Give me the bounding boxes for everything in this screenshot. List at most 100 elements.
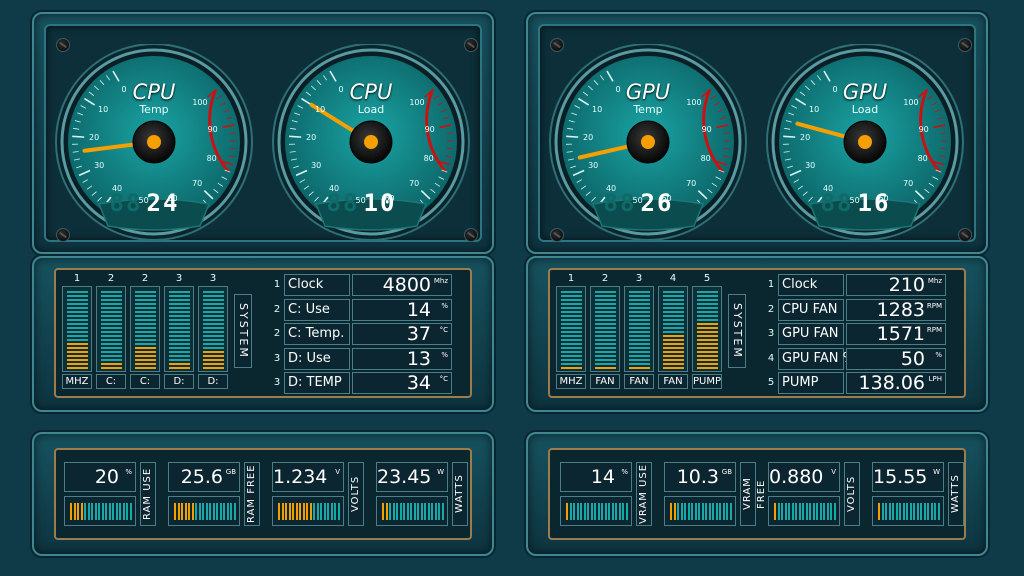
- bar-column-number: 4: [669, 273, 677, 284]
- metric-unit: V: [831, 468, 836, 476]
- metric-label: RAM USE: [140, 462, 156, 526]
- row-value: 1571: [876, 323, 925, 345]
- bar-column-label: D:: [198, 374, 228, 389]
- row-value: 4800: [382, 274, 431, 296]
- gpu-system-content: 1 MHZ 2 FAN 3 FAN 4 FAN 5 PUMP SYSTEM 1 Clock 210 Mhz 2…: [556, 272, 956, 402]
- row-label: C: Temp.: [284, 323, 350, 345]
- metric-label: VOLTS: [844, 462, 860, 526]
- metric-value: 15.55: [873, 466, 928, 488]
- row-unit: LPH: [928, 375, 942, 383]
- gauge-tick-label: 70: [192, 178, 203, 188]
- bar-column-label: PUMP: [692, 374, 722, 389]
- bar-column-label: C:: [96, 374, 126, 389]
- system-readout-row: 3 D: Use 13%: [272, 347, 462, 370]
- metric-value-box: 15.55 W: [872, 462, 944, 492]
- row-index: 4: [767, 352, 775, 364]
- row-index: 2: [273, 303, 281, 315]
- gpu-memory-content: 14% VRAM USE 10.3 GB VRAM FREE 0.880 V VOLTS 15.…: [560, 460, 970, 530]
- row-value-box: 4800 Mhz: [352, 274, 452, 296]
- gauge-lcd-value: 24: [146, 189, 180, 217]
- metric-label: VRAM USE: [636, 462, 652, 526]
- row-value-box: 1283 RPM: [846, 298, 946, 321]
- row-value: 138.06: [858, 372, 925, 394]
- row-index: 1: [767, 279, 775, 290]
- row-value: 50: [900, 347, 925, 370]
- metric-label: VRAM FREE: [740, 462, 767, 526]
- gauge-tick-label: 80: [917, 153, 928, 163]
- row-label: Clock: [284, 274, 350, 296]
- row-value: 1283: [876, 298, 925, 321]
- bar-meter: [130, 286, 160, 372]
- gauge-title: CPU: [349, 80, 393, 104]
- metric-unit: %: [621, 468, 628, 476]
- row-unit: %: [441, 301, 448, 310]
- metric-bar: [768, 496, 840, 526]
- system-readout-row: 3 D: TEMP 34 °C: [272, 372, 462, 394]
- metric-value-box: 23.45 W: [376, 462, 448, 492]
- bar-meter: [590, 286, 620, 372]
- row-index: 1: [273, 279, 281, 290]
- gauge-tick-label: 30: [588, 161, 599, 171]
- gauge-tick-label: 20: [306, 132, 317, 142]
- system-readout-row: 3 GPU FAN 1571 RPM: [766, 323, 956, 345]
- row-unit: %: [441, 350, 448, 359]
- metric-value: 20: [94, 466, 119, 488]
- metric-unit: GB: [721, 468, 732, 476]
- cpu-system-content: 1 MHZ 2 C: 2 C: 3 D: 3 D: SYSTEM 1 Clock 4800 Mhz 2 C: U…: [62, 272, 462, 402]
- bar-meter: [164, 286, 194, 372]
- gauge-subtitle: Load: [357, 103, 385, 116]
- bar-column-number: 1: [73, 273, 81, 284]
- row-index: 5: [767, 377, 775, 388]
- cpu-load-gauge: 0 10 20 30 40 50 60 70 80 90 100 CPU Load 88 10: [269, 44, 473, 244]
- metric-bar: [560, 496, 632, 526]
- row-index: 2: [273, 328, 281, 339]
- bar-meter: [624, 286, 654, 372]
- bar-column-number: 2: [601, 273, 609, 284]
- bar-column-label: C:: [130, 374, 160, 389]
- gauge-tick-label: 90: [701, 124, 712, 134]
- row-unit: °C: [439, 326, 448, 334]
- row-value-box: 37 °C: [352, 323, 452, 345]
- gauge-subtitle: Temp: [139, 103, 169, 116]
- bar-column-label: FAN: [658, 374, 688, 389]
- row-value-box: 50%: [846, 347, 946, 370]
- metric-label: VOLTS: [348, 462, 364, 526]
- row-label: GPU FAN %: [778, 347, 855, 370]
- metric-label: RAM FREE: [244, 462, 260, 526]
- metric-bar: [872, 496, 944, 526]
- system-readout-row: 2 CPU FAN 1283 RPM: [766, 298, 956, 321]
- gauge-subtitle: Load: [851, 103, 879, 116]
- gauge-title: GPU: [842, 80, 888, 104]
- bar-column-number: 1: [567, 273, 575, 284]
- bar-column-number: 3: [175, 273, 183, 284]
- metric-value-box: 25.6 GB: [168, 462, 240, 492]
- row-value: 37: [406, 323, 431, 345]
- row-index: 2: [767, 303, 775, 315]
- gauge-tick-label: 30: [311, 161, 322, 171]
- row-value-box: 14%: [352, 298, 452, 321]
- metric-unit: V: [335, 468, 340, 476]
- gauge-tick-label: 90: [918, 124, 929, 134]
- gauge-tick-label: 80: [206, 153, 217, 163]
- bar-column-label: MHZ: [62, 374, 92, 389]
- bar-meter: [692, 286, 722, 372]
- bar-meter: [556, 286, 586, 372]
- gauge-tick-label: 70: [903, 178, 914, 188]
- metric-value: 1.234: [273, 466, 328, 488]
- row-label: PUMP: [778, 372, 844, 394]
- metric-value: 0.880: [769, 466, 824, 488]
- row-value-box: 13%: [352, 347, 452, 370]
- row-value-box: 1571 RPM: [846, 323, 946, 345]
- gauge-lcd-value: 10: [363, 189, 397, 217]
- metric-value-box: 10.3 GB: [664, 462, 736, 492]
- metric-value-box: 14%: [560, 462, 632, 492]
- metric-value: 23.45: [377, 466, 432, 488]
- bar-column-label: FAN: [624, 374, 654, 389]
- metric-value: 10.3: [676, 466, 719, 488]
- row-label: C: Use: [284, 298, 350, 321]
- system-readout-row: 5 PUMP 138.06 LPH: [766, 372, 956, 394]
- metric-unit: GB: [225, 468, 236, 476]
- metric-unit: W: [437, 468, 444, 476]
- gauge-tick-label: 90: [207, 124, 218, 134]
- metric-label: WATTS: [948, 462, 964, 526]
